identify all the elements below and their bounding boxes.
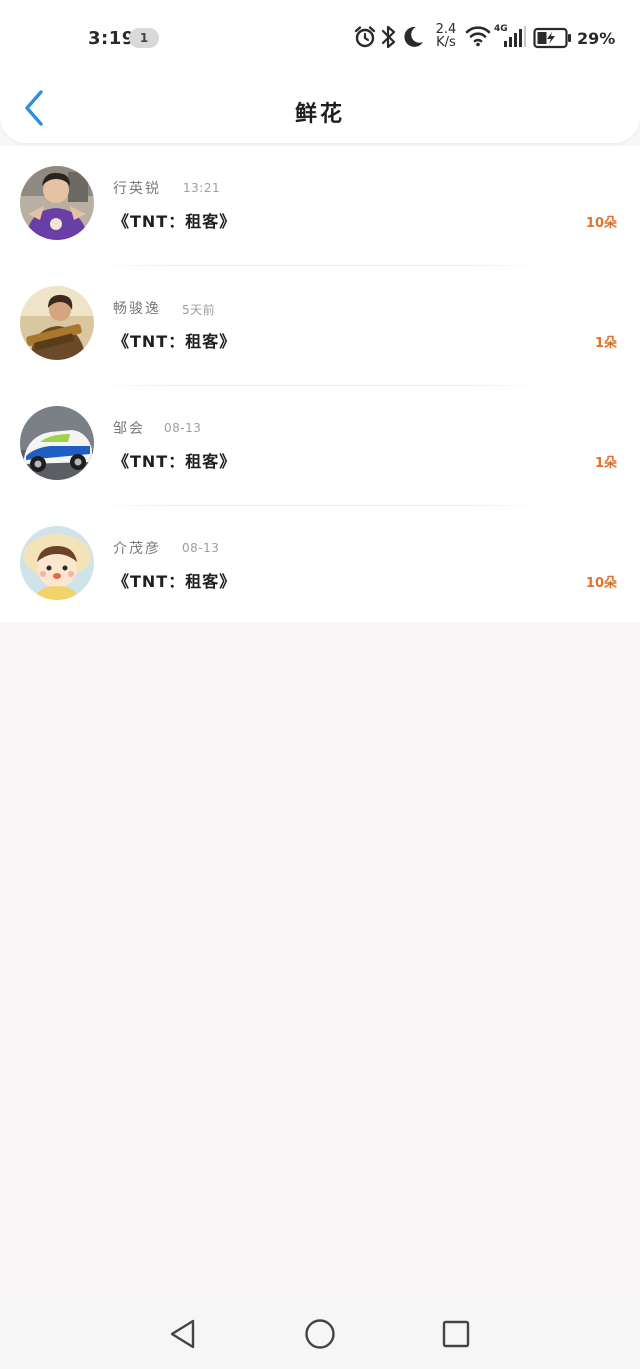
- status-time: 3:19: [88, 28, 135, 49]
- flower-count: 1朵: [594, 336, 617, 351]
- avatar[interactable]: [20, 286, 94, 360]
- work-title: 《TNT：租客》: [113, 332, 237, 351]
- flower-count: 10朵: [585, 216, 617, 231]
- timestamp: 13:21: [183, 181, 221, 195]
- battery-charging-icon: [533, 27, 571, 49]
- cell-signal-icon: [504, 26, 526, 47]
- timestamp: 08-13: [182, 541, 220, 555]
- sender-name: 介茂彦: [113, 541, 161, 557]
- nav-home-button[interactable]: [300, 1314, 340, 1354]
- status-bar: 3:19 1 2.4 K/s 4G 29%: [0, 0, 640, 76]
- page-title: 鲜花: [294, 102, 345, 127]
- wifi-icon: [465, 26, 491, 47]
- work-title: 《TNT：租客》: [113, 572, 237, 591]
- flower-list: 行英锐 13:21 《TNT：租客》 10朵 畅骏逸 5天前 《TNT：租客》 …: [0, 146, 640, 622]
- sender-name: 行英锐: [113, 181, 161, 197]
- notification-count-badge: 1: [129, 28, 159, 48]
- nav-back-button[interactable]: [163, 1314, 203, 1354]
- net-speed-unit: K/s: [436, 35, 456, 50]
- sender-name: 邹会: [113, 421, 145, 437]
- nav-recents-button[interactable]: [436, 1314, 476, 1354]
- timestamp: 08-13: [164, 421, 202, 435]
- title-bar: 鲜花: [0, 76, 640, 143]
- timestamp: 5天前: [182, 303, 216, 317]
- system-nav-bar: [0, 1299, 640, 1369]
- list-item[interactable]: 畅骏逸 5天前 《TNT：租客》 1朵: [0, 266, 640, 386]
- list-item[interactable]: 邹会 08-13 《TNT：租客》 1朵: [0, 386, 640, 506]
- avatar[interactable]: [20, 526, 94, 600]
- list-item[interactable]: 介茂彦 08-13 《TNT：租客》 10朵: [0, 506, 640, 626]
- back-triangle-icon: [170, 1319, 195, 1349]
- screen: 3:19 1 2.4 K/s 4G 29% 鲜花 行英锐 13:21 《TNT：…: [0, 0, 640, 1369]
- home-circle-icon: [305, 1319, 335, 1349]
- flower-count: 1朵: [594, 456, 617, 471]
- list-item[interactable]: 行英锐 13:21 《TNT：租客》 10朵: [0, 146, 640, 266]
- alarm-icon: [354, 26, 376, 48]
- flower-count: 10朵: [585, 576, 617, 591]
- moon-icon: [404, 26, 423, 47]
- net-speed: 2.4 K/s: [433, 23, 459, 49]
- header: 3:19 1 2.4 K/s 4G 29% 鲜花: [0, 0, 640, 143]
- avatar[interactable]: [20, 406, 94, 480]
- work-title: 《TNT：租客》: [113, 212, 237, 231]
- battery-percent: 29%: [577, 29, 616, 48]
- recents-square-icon: [442, 1320, 470, 1348]
- avatar[interactable]: [20, 166, 94, 240]
- sender-name: 畅骏逸: [113, 301, 161, 317]
- bluetooth-icon: [381, 25, 396, 49]
- work-title: 《TNT：租客》: [113, 452, 237, 471]
